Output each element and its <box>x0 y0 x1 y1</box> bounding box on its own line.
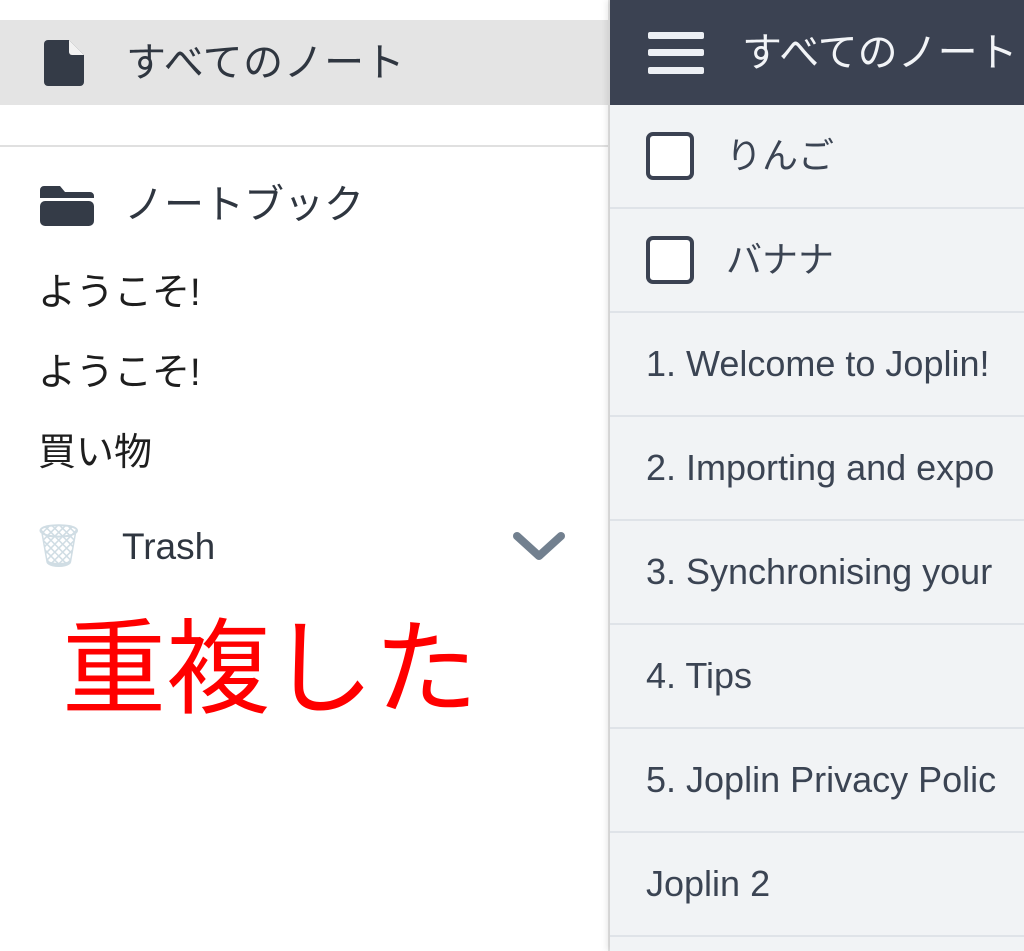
note-list-item-title: バナナ <box>726 239 835 280</box>
note-list-item[interactable]: 2. Importing and expo <box>610 417 1024 521</box>
sidebar-notebook-label: ようこそ! <box>38 272 201 314</box>
sidebar-section-notebooks[interactable]: ノートブック <box>0 157 610 253</box>
note-list-item[interactable]: Joplin 2 <box>610 833 1024 937</box>
notes-list-panel: すべてのノート りんご バナナ 1. Welcome to Joplin! 2.… <box>610 0 1024 951</box>
sidebar-item-all-notes[interactable]: すべてのノート <box>0 20 610 105</box>
note-list-item-title: 2. Importing and expo <box>646 447 995 488</box>
sidebar-drawer: すべてのノート ノートブック ようこそ! ようこそ! 買い物 🗑 Trash 重… <box>0 0 610 951</box>
wastebasket-icon: 🗑 <box>32 522 86 569</box>
note-list-item[interactable]: 3. Synchronising your <box>610 521 1024 625</box>
document-icon <box>44 39 84 86</box>
note-list-item[interactable]: 1. Welcome to Joplin! <box>610 313 1024 417</box>
sidebar-notebook-item[interactable]: ようこそ! <box>0 333 610 413</box>
todo-checkbox[interactable] <box>646 132 694 180</box>
chevron-down-icon[interactable] <box>512 529 566 563</box>
sidebar-notebook-label: ようこそ! <box>38 352 201 394</box>
hamburger-bar <box>648 31 704 39</box>
note-list-item-title: 5. Joplin Privacy Polic <box>646 759 997 800</box>
note-list-item-title: 3. Synchronising your <box>646 551 993 592</box>
note-list-item[interactable]: 4. Tips <box>610 625 1024 729</box>
folder-icon <box>40 184 94 226</box>
sidebar-notebook-item[interactable]: ようこそ! <box>0 253 610 333</box>
sidebar-item-trash-label: Trash <box>122 525 216 567</box>
hamburger-bar <box>648 49 704 56</box>
notes-panel-title: すべてのノート <box>742 30 1018 75</box>
sidebar-notebook-item[interactable]: 買い物 <box>0 413 610 493</box>
sidebar-item-all-notes-label: すべてのノート <box>126 40 406 85</box>
note-list-item-title: りんご <box>726 135 835 176</box>
hamburger-menu-icon[interactable] <box>648 31 704 74</box>
notes-panel-header: すべてのノート <box>610 0 1024 105</box>
annotation-overlay-text: 重複した <box>62 612 479 728</box>
note-list-item[interactable]: りんご <box>610 105 1024 209</box>
sidebar-divider <box>0 145 610 147</box>
hamburger-bar <box>648 66 704 74</box>
sidebar-notebook-label: 買い物 <box>38 432 153 474</box>
note-list-item[interactable]: バナナ <box>610 209 1024 313</box>
sidebar-section-notebooks-label: ノートブック <box>124 183 364 227</box>
note-list-item-title: Joplin 2 <box>646 863 771 904</box>
note-list-item-title: 4. Tips <box>646 655 753 696</box>
note-list-item-title: 1. Welcome to Joplin! <box>646 343 990 384</box>
sidebar-top-spacer <box>0 0 610 20</box>
sidebar-item-trash[interactable]: 🗑 Trash <box>0 501 610 591</box>
app-root: すべてのノート ノートブック ようこそ! ようこそ! 買い物 🗑 Trash 重… <box>0 0 1024 951</box>
note-list-item[interactable]: 5. Joplin Privacy Polic <box>610 729 1024 833</box>
todo-checkbox[interactable] <box>646 236 694 284</box>
